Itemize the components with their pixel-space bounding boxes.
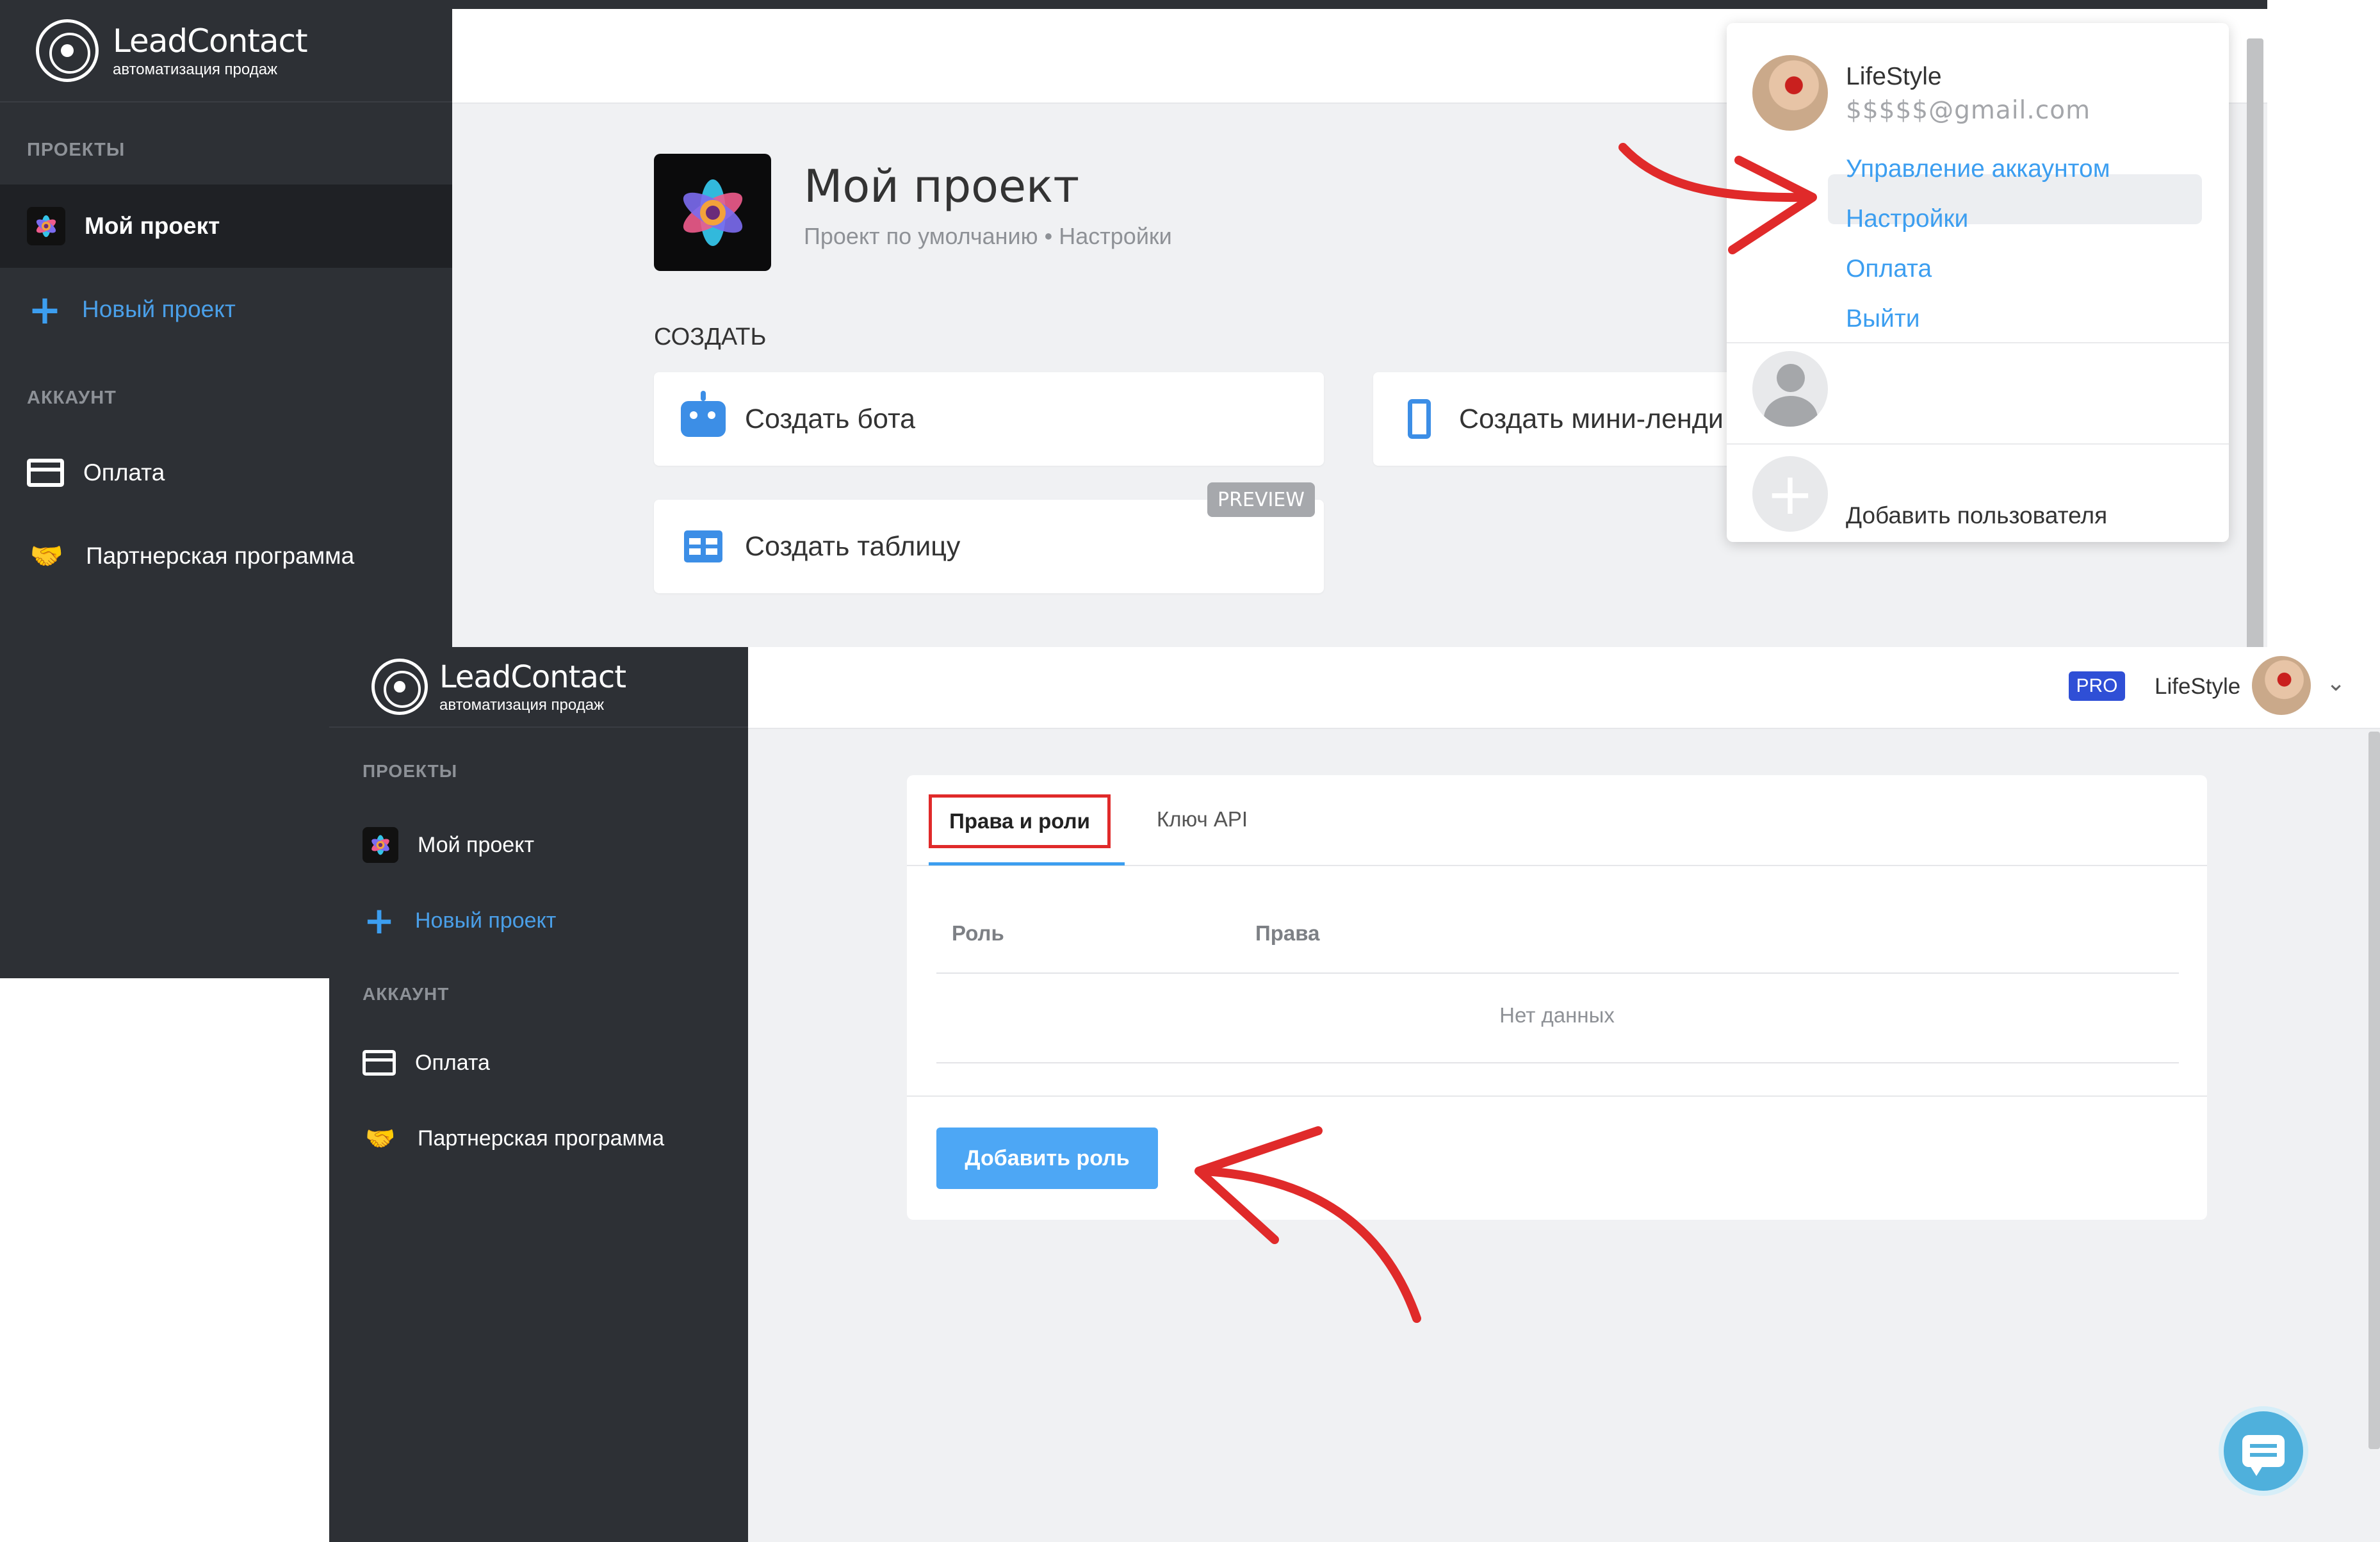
menu-item-settings[interactable]: Настройки: [1846, 205, 1968, 233]
pro-badge: PRO: [2069, 671, 2125, 701]
avatar: [1752, 55, 1828, 131]
column-header-rights: Права: [1255, 921, 1320, 945]
credit-card-icon: [363, 1050, 396, 1076]
create-landing-label: Создать мини-ленди: [1459, 403, 1724, 434]
brand-name: LeadContact: [113, 22, 308, 60]
sidebar: LeadContact автоматизация продаж ПРОЕКТЫ…: [329, 647, 748, 1542]
sidebar-item-label: Оплата: [83, 459, 165, 486]
menu-item-logout[interactable]: Выйти: [1846, 305, 1919, 333]
sidebar-item-partner[interactable]: 🤝 Партнерская программа: [0, 514, 452, 598]
chevron-down-icon[interactable]: ⌄: [2326, 670, 2345, 696]
add-user-icon[interactable]: +: [1752, 456, 1828, 532]
create-section-label: СОЗДАТЬ: [654, 324, 767, 350]
table-divider: [936, 1062, 2179, 1063]
sidebar-item-label: Новый проект: [82, 296, 236, 322]
robot-icon: [681, 391, 726, 437]
credit-card-icon: [27, 459, 64, 487]
sidebar-item-payment[interactable]: Оплата: [329, 1028, 748, 1098]
create-table-label: Создать таблицу: [745, 530, 961, 562]
add-role-button[interactable]: Добавить роль: [936, 1128, 1158, 1189]
create-landing-card[interactable]: Создать мини-ленди: [1373, 372, 1732, 466]
sidebar-item-new-project[interactable]: + Новый проект: [329, 885, 748, 956]
project-flower-icon: [363, 827, 398, 863]
user-placeholder-icon[interactable]: [1752, 351, 1828, 427]
chat-widget-button[interactable]: [2219, 1406, 2308, 1496]
logo-mark-icon: [36, 19, 99, 82]
account-user-email: $$$$$@gmail.com: [1846, 96, 2091, 125]
phone-icon: [1408, 399, 1431, 439]
add-user-button[interactable]: Добавить пользователя: [1846, 502, 2107, 529]
sidebar-item-my-project[interactable]: Мой проект: [329, 810, 748, 880]
chat-icon: [2242, 1435, 2285, 1476]
sidebar-item-payment[interactable]: Оплата: [0, 431, 452, 514]
section-label-account: АККАУНТ: [27, 388, 117, 408]
header: [748, 647, 2380, 729]
sidebar-item-label: Партнерская программа: [418, 1126, 665, 1151]
section-label-projects: ПРОЕКТЫ: [27, 140, 126, 160]
avatar[interactable]: [2252, 656, 2311, 715]
sidebar-item-new-project[interactable]: + Новый проект: [0, 268, 452, 351]
project-title: Мой проект: [804, 160, 1080, 213]
create-bot-label: Создать бота: [745, 403, 916, 434]
sidebar-item-label: Оплата: [415, 1050, 490, 1075]
column-header-role: Роль: [952, 921, 1004, 945]
tab-roles-and-rights[interactable]: Права и роли: [929, 794, 1111, 848]
section-label-account: АККАУНТ: [363, 984, 450, 1004]
brand-tagline: автоматизация продаж: [113, 61, 278, 78]
brand-name: LeadContact: [439, 659, 626, 695]
create-bot-card[interactable]: Создать бота: [654, 372, 1324, 466]
settings-card: Права и роли Ключ API Роль Права Нет дан…: [907, 775, 2207, 1220]
handshake-icon: 🤝: [29, 540, 64, 571]
logo-mark-icon: [371, 659, 428, 715]
plus-icon: +: [363, 899, 395, 942]
divider: [907, 1095, 2207, 1097]
scrollbar[interactable]: [2368, 732, 2380, 1449]
sidebar-item-label: Мой проект: [418, 832, 535, 857]
menu-item-billing[interactable]: Оплата: [1846, 255, 1932, 283]
sidebar-item-label: Партнерская программа: [86, 543, 355, 569]
account-user-name: LifeStyle: [1846, 63, 1942, 90]
active-tab-indicator: [929, 862, 1125, 865]
logo[interactable]: LeadContact автоматизация продаж: [329, 647, 748, 728]
table-divider: [936, 972, 2179, 974]
menu-item-manage-account[interactable]: Управление аккаунтом: [1846, 155, 2110, 183]
plus-icon: +: [28, 286, 61, 333]
sidebar-item-partner[interactable]: 🤝 Партнерская программа: [329, 1103, 748, 1174]
tab-api-key[interactable]: Ключ API: [1157, 807, 1248, 832]
divider: [1727, 342, 2229, 343]
section-label-projects: ПРОЕКТЫ: [363, 761, 458, 781]
browser-top-strip: [452, 0, 2267, 9]
sidebar-item-my-project[interactable]: Мой проект: [0, 185, 452, 268]
bottom-screenshot: LeadContact автоматизация продаж ПРОЕКТЫ…: [329, 647, 2380, 1542]
empty-state: Нет данных: [1499, 1003, 1615, 1027]
brand-tagline: автоматизация продаж: [439, 696, 605, 714]
header-user-name[interactable]: LifeStyle: [2155, 674, 2240, 700]
sidebar-item-label: Новый проект: [415, 908, 557, 933]
divider: [1727, 443, 2229, 445]
preview-badge: PREVIEW: [1207, 482, 1315, 517]
logo[interactable]: LeadContact автоматизация продаж: [0, 0, 452, 103]
sidebar-item-label: Мой проект: [85, 213, 220, 239]
breadcrumb: Проект по умолчанию • Настройки: [804, 223, 1172, 249]
handshake-icon: 🤝: [365, 1124, 396, 1152]
table-icon: [684, 530, 722, 562]
account-dropdown: LifeStyle $$$$$@gmail.com Управление акк…: [1727, 23, 2229, 542]
project-flower-icon: [27, 207, 65, 245]
project-logo: [654, 154, 771, 271]
